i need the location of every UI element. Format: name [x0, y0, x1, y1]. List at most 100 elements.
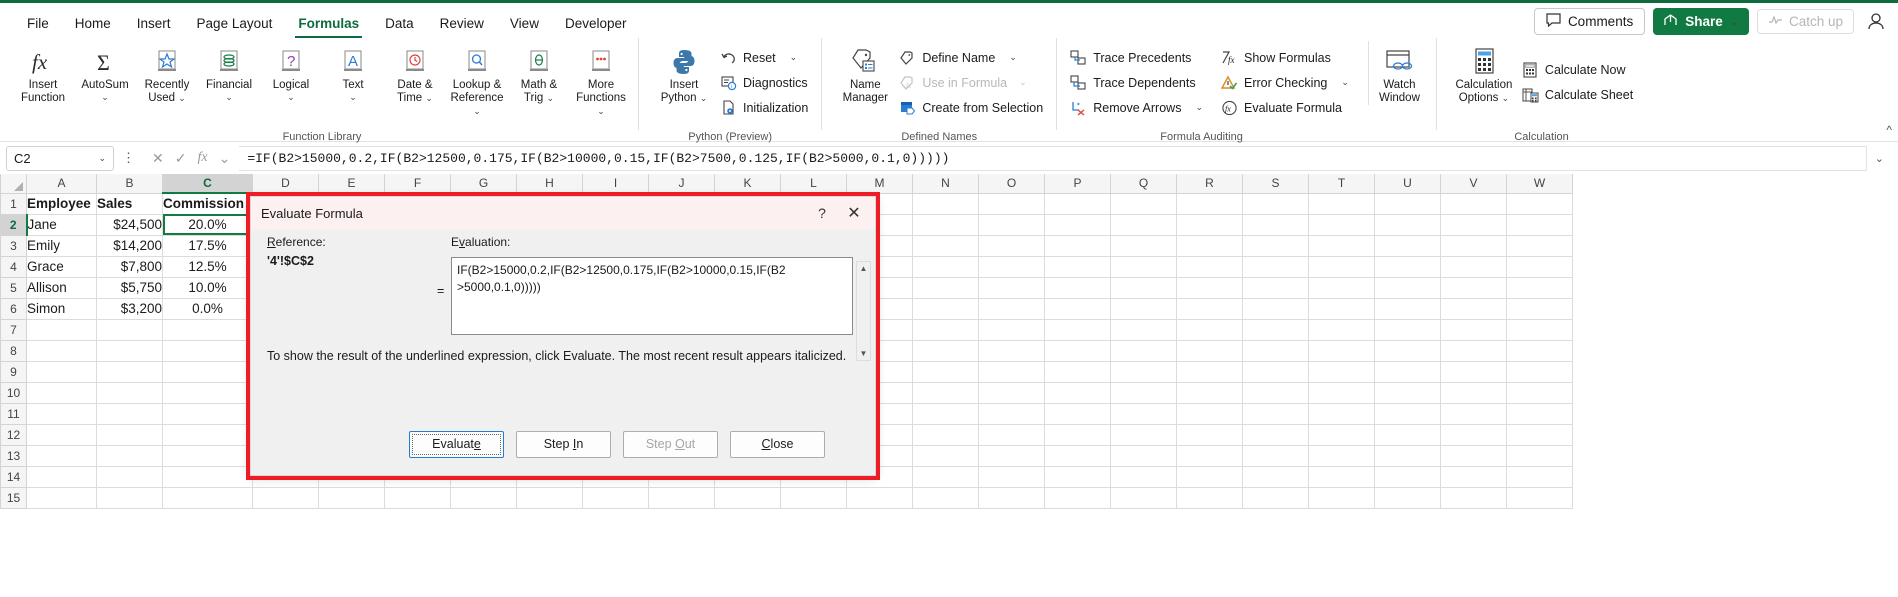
cell-E15[interactable]: [318, 487, 385, 509]
cell-S8[interactable]: [1242, 340, 1309, 362]
row-header-14[interactable]: 14: [0, 465, 27, 488]
cell-O10[interactable]: [978, 382, 1045, 404]
cell-R13[interactable]: [1176, 445, 1243, 467]
chevron-down-icon[interactable]: ⌄: [219, 150, 231, 167]
chevron-down-icon[interactable]: ⌄: [287, 92, 295, 102]
cell-R5[interactable]: [1176, 277, 1243, 299]
cell-B12[interactable]: [96, 424, 163, 446]
cell-B9[interactable]: [96, 361, 163, 383]
show-formulas-button[interactable]: fx Show Formulas: [1218, 45, 1356, 70]
cell-N6[interactable]: [912, 298, 979, 320]
cell-T13[interactable]: [1308, 445, 1375, 467]
cell-B4[interactable]: $7,800: [96, 256, 163, 278]
close-dialog-button[interactable]: Close: [730, 430, 825, 458]
cell-S1[interactable]: [1242, 193, 1309, 215]
trace-precedents-button[interactable]: Trace Precedents: [1067, 45, 1210, 70]
cell-W5[interactable]: [1506, 277, 1573, 299]
formula-bar-more-icon[interactable]: ⋮: [114, 150, 143, 166]
cell-N3[interactable]: [912, 235, 979, 257]
cell-U6[interactable]: [1374, 298, 1441, 320]
cell-O2[interactable]: [978, 214, 1045, 236]
cell-Q2[interactable]: [1110, 214, 1177, 236]
cell-O3[interactable]: [978, 235, 1045, 257]
cell-B2[interactable]: $24,500: [96, 214, 163, 236]
cell-T9[interactable]: [1308, 361, 1375, 383]
cell-U3[interactable]: [1374, 235, 1441, 257]
chevron-down-icon[interactable]: ⌄: [473, 106, 481, 116]
cell-Q9[interactable]: [1110, 361, 1177, 383]
cell-P11[interactable]: [1044, 403, 1111, 425]
column-header-T[interactable]: T: [1308, 174, 1375, 194]
cell-Q3[interactable]: [1110, 235, 1177, 257]
recently-used-button[interactable]: Recently Used ⌄: [136, 41, 198, 105]
column-header-K[interactable]: K: [714, 174, 781, 194]
remove-arrows-button[interactable]: Remove Arrows ⌄: [1067, 95, 1210, 120]
chevron-down-icon[interactable]: ⌄: [98, 153, 106, 164]
cell-B15[interactable]: [96, 487, 163, 509]
cell-N14[interactable]: [912, 466, 979, 488]
create-from-selection-button[interactable]: Create from Selection: [896, 95, 1050, 120]
row-header-7[interactable]: 7: [0, 318, 27, 341]
cell-S5[interactable]: [1242, 277, 1309, 299]
scroll-down-icon[interactable]: ▼: [860, 347, 868, 360]
step-out-button[interactable]: Step Out: [623, 430, 718, 458]
tab-page-layout[interactable]: Page Layout: [184, 12, 286, 38]
cell-M15[interactable]: [846, 487, 913, 509]
cell-V4[interactable]: [1440, 256, 1507, 278]
column-header-P[interactable]: P: [1044, 174, 1111, 194]
cell-P7[interactable]: [1044, 319, 1111, 341]
row-header-13[interactable]: 13: [0, 444, 27, 467]
chevron-down-icon[interactable]: ⌄: [178, 93, 186, 103]
cell-T4[interactable]: [1308, 256, 1375, 278]
cell-C3[interactable]: 17.5%: [162, 235, 253, 257]
cell-Q1[interactable]: [1110, 193, 1177, 215]
chevron-down-icon[interactable]: ⌄: [790, 52, 798, 63]
tab-insert[interactable]: Insert: [124, 12, 184, 38]
cell-W11[interactable]: [1506, 403, 1573, 425]
cell-C9[interactable]: [162, 361, 253, 383]
cell-B10[interactable]: [96, 382, 163, 404]
cell-O14[interactable]: [978, 466, 1045, 488]
help-icon[interactable]: ?: [807, 205, 837, 221]
cell-N11[interactable]: [912, 403, 979, 425]
tab-formulas[interactable]: Formulas: [285, 12, 372, 38]
initialization-button[interactable]: Initialization: [717, 95, 815, 120]
cell-Q12[interactable]: [1110, 424, 1177, 446]
cell-C13[interactable]: [162, 445, 253, 467]
cell-S3[interactable]: [1242, 235, 1309, 257]
cell-B3[interactable]: $14,200: [96, 235, 163, 257]
cell-S14[interactable]: [1242, 466, 1309, 488]
cell-V11[interactable]: [1440, 403, 1507, 425]
cell-N1[interactable]: [912, 193, 979, 215]
cell-N2[interactable]: [912, 214, 979, 236]
cell-C15[interactable]: [162, 487, 253, 509]
column-header-B[interactable]: B: [96, 174, 163, 194]
column-header-A[interactable]: A: [26, 174, 97, 194]
column-header-J[interactable]: J: [648, 174, 715, 194]
cell-P1[interactable]: [1044, 193, 1111, 215]
cell-V8[interactable]: [1440, 340, 1507, 362]
scroll-up-icon[interactable]: ▲: [860, 262, 868, 275]
cell-F15[interactable]: [384, 487, 451, 509]
cell-V2[interactable]: [1440, 214, 1507, 236]
use-in-formula-button[interactable]: fx Use in Formula ⌄: [896, 70, 1050, 95]
cell-W8[interactable]: [1506, 340, 1573, 362]
cell-V6[interactable]: [1440, 298, 1507, 320]
close-icon[interactable]: ✕: [837, 203, 871, 223]
column-header-C[interactable]: C: [162, 174, 253, 194]
cell-B5[interactable]: $5,750: [96, 277, 163, 299]
cell-C2[interactable]: 20.0%: [162, 214, 253, 236]
cell-P4[interactable]: [1044, 256, 1111, 278]
cell-R15[interactable]: [1176, 487, 1243, 509]
cell-U13[interactable]: [1374, 445, 1441, 467]
row-header-11[interactable]: 11: [0, 402, 27, 425]
cell-T3[interactable]: [1308, 235, 1375, 257]
cell-A12[interactable]: [26, 424, 97, 446]
cell-N9[interactable]: [912, 361, 979, 383]
cell-V3[interactable]: [1440, 235, 1507, 257]
tab-view[interactable]: View: [497, 12, 552, 38]
cell-W14[interactable]: [1506, 466, 1573, 488]
column-header-F[interactable]: F: [384, 174, 451, 194]
more-functions-button[interactable]: More Functions ⌄: [570, 41, 632, 119]
lookup-reference-button[interactable]: Lookup & Reference ⌄: [446, 41, 508, 119]
